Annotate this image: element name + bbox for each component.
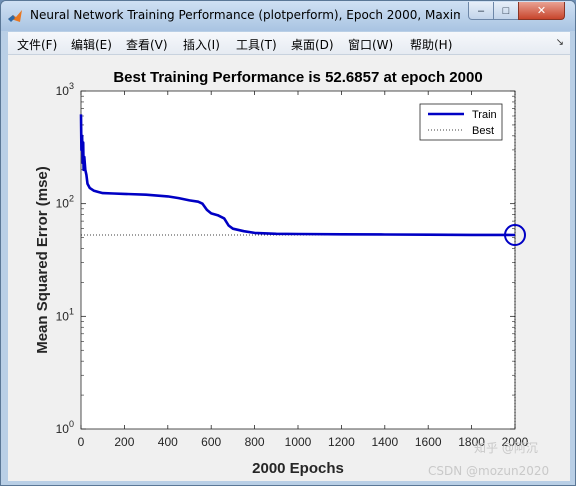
legend[interactable]: Train Best [419, 103, 503, 141]
x-tick-label: 1400 [371, 435, 398, 449]
y-tick-label: 103 [56, 81, 74, 98]
menu-file[interactable]: 文件(F) [17, 36, 57, 53]
x-tick-label: 1200 [328, 435, 355, 449]
plot-area [80, 90, 516, 430]
watermark-zhihu: 知乎 @阿沉 [474, 441, 538, 455]
matlab-icon [8, 10, 22, 22]
minimize-button[interactable]: – [468, 2, 494, 20]
title-bar[interactable]: Neural Network Training Performance (plo… [1, 1, 575, 31]
menu-tools[interactable]: 工具(T) [236, 36, 277, 53]
x-tick-label: 200 [114, 435, 134, 449]
figure-window: Neural Network Training Performance (plo… [0, 0, 576, 486]
x-tick-label: 400 [158, 435, 178, 449]
y-axis-label: Mean Squared Error (mse) [34, 166, 51, 354]
x-tick-label: 600 [201, 435, 221, 449]
menu-window[interactable]: 窗口(W) [348, 36, 393, 53]
x-tick-label: 1600 [415, 435, 442, 449]
menu-help[interactable]: 帮助(H) [410, 36, 452, 53]
menu-bar: 文件(F) 编辑(E) 查看(V) 插入(I) 工具(T) 桌面(D) 窗口(W… [8, 32, 570, 55]
menu-overflow-icon[interactable]: ↘ [556, 37, 564, 48]
maximize-button[interactable]: □ [493, 2, 519, 20]
x-tick-label: 1000 [285, 435, 312, 449]
chart-title: Best Training Performance is 52.6857 at … [113, 69, 482, 86]
legend-best-label: Best [472, 125, 494, 137]
y-tick-label: 102 [56, 194, 74, 211]
menu-view[interactable]: 查看(V) [126, 36, 168, 53]
menu-edit[interactable]: 编辑(E) [71, 36, 112, 53]
y-tick-label: 101 [56, 306, 74, 323]
watermark-csdn: CSDN @mozun2020 [428, 464, 549, 478]
close-button[interactable]: ✕ [518, 2, 565, 20]
menu-insert[interactable]: 插入(I) [183, 36, 220, 53]
menu-desktop[interactable]: 桌面(D) [291, 36, 334, 53]
x-axis-label: 2000 Epochs [252, 460, 344, 477]
x-tick-label: 0 [78, 435, 85, 449]
legend-train-label: Train [472, 109, 497, 121]
window-title: Neural Network Training Performance (plo… [30, 8, 460, 22]
y-tick-label: 100 [56, 419, 74, 436]
figure-canvas: Best Training Performance is 52.6857 at … [8, 55, 570, 481]
performance-chart: Best Training Performance is 52.6857 at … [34, 69, 549, 478]
x-tick-label: 800 [245, 435, 265, 449]
